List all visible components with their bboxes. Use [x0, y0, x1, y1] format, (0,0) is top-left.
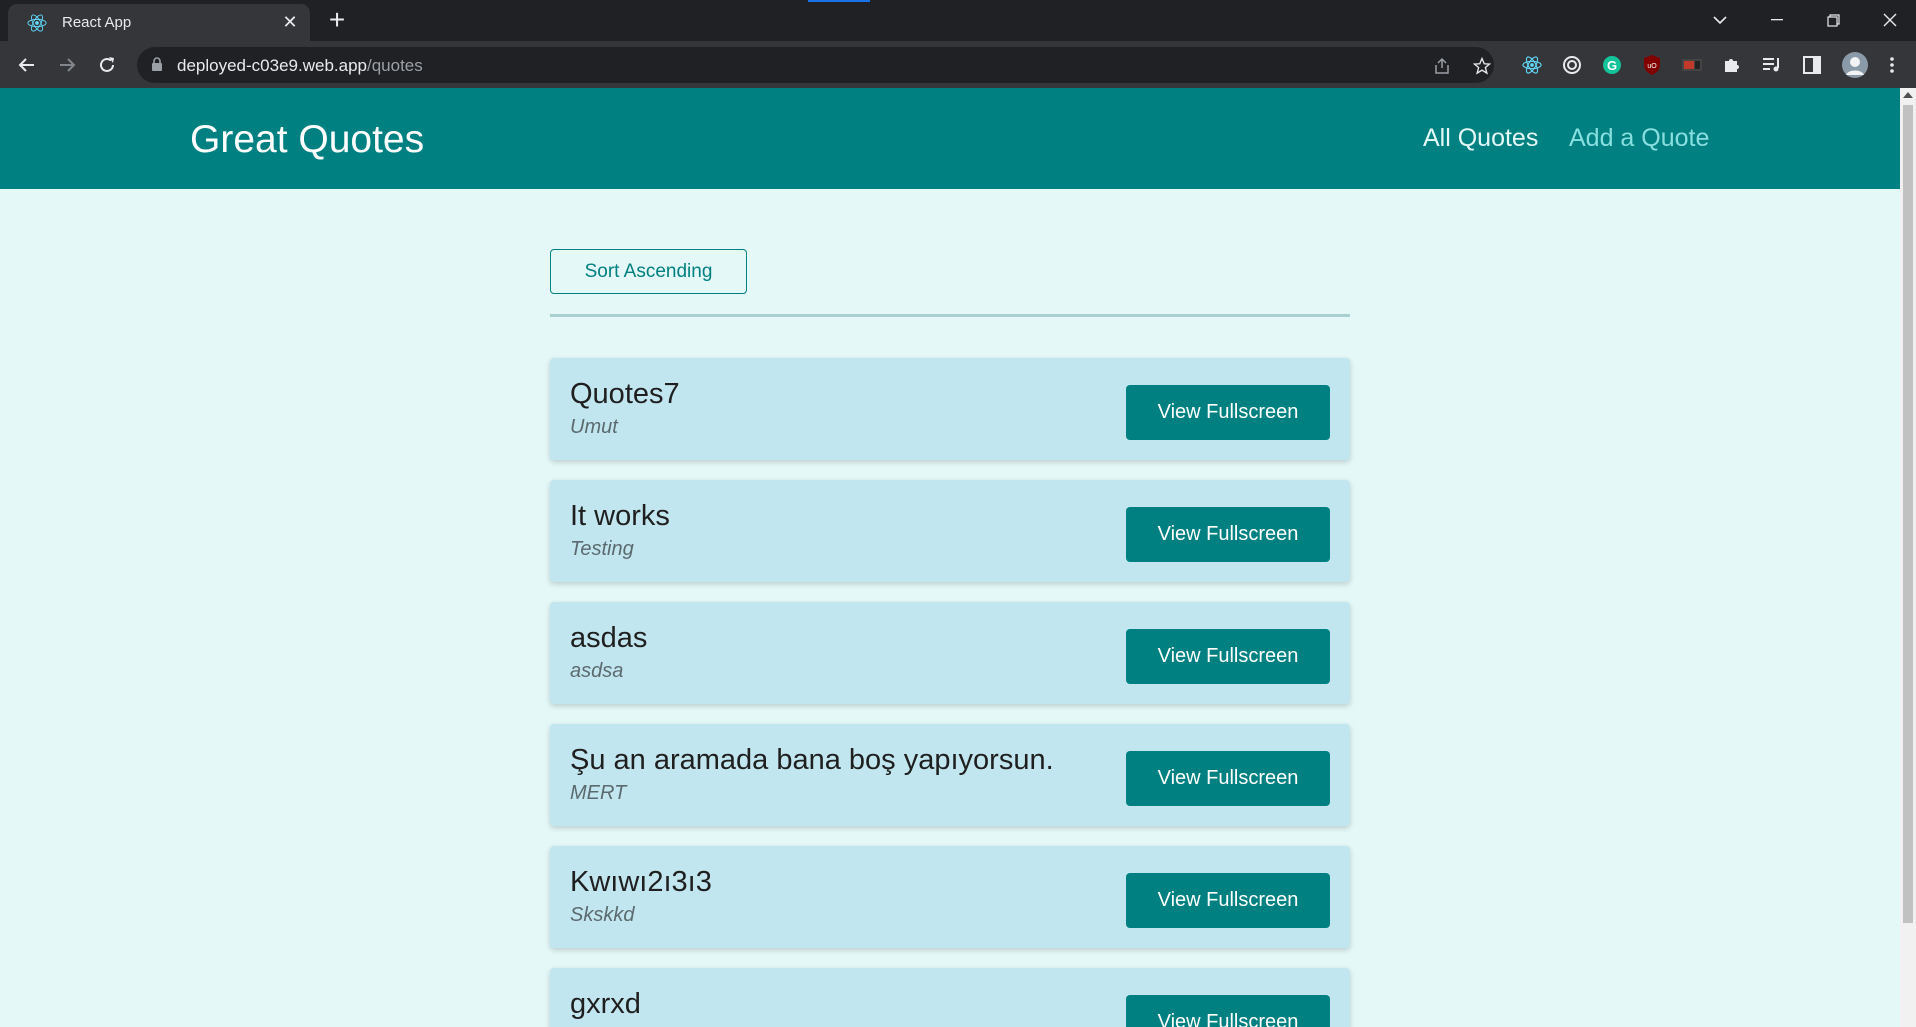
share-icon[interactable]: [1431, 55, 1453, 77]
quote-author: Skskkd: [570, 904, 635, 926]
url-path: /quotes: [366, 56, 423, 75]
sort-divider: [550, 314, 1350, 317]
quote-text: asdas: [570, 622, 648, 654]
quote-card: gxrxd View Fullscreen: [550, 968, 1350, 1027]
profile-avatar[interactable]: [1840, 50, 1870, 80]
nav-add-quote-link[interactable]: Add a Quote: [1569, 124, 1709, 153]
forward-icon[interactable]: [52, 50, 82, 80]
media-queue-icon[interactable]: [1760, 53, 1784, 77]
tab-title: React App: [62, 14, 132, 31]
url-text: deployed-c03e9.web.app/quotes: [177, 56, 423, 76]
quote-card: It works Testing View Fullscreen: [550, 480, 1350, 582]
quote-card: Şu an aramada bana boş yapıyorsun. MERT …: [550, 724, 1350, 826]
url-host: deployed-c03e9.web.app: [177, 56, 367, 75]
close-tab-icon[interactable]: ✕: [278, 10, 302, 34]
svg-text:uO: uO: [1647, 63, 1657, 70]
restore-icon[interactable]: [1815, 6, 1851, 34]
quote-text: Kwıwı2ı3ı3: [570, 866, 712, 898]
svg-text:G: G: [1607, 58, 1617, 73]
react-devtools-icon[interactable]: [1520, 53, 1544, 77]
quote-author: Umut: [570, 416, 618, 438]
react-icon: [26, 12, 48, 34]
app-brand: Great Quotes: [190, 118, 425, 161]
tab-search-icon[interactable]: [1702, 6, 1738, 34]
close-window-icon[interactable]: [1872, 6, 1908, 34]
view-fullscreen-button[interactable]: View Fullscreen: [1126, 507, 1330, 562]
nav-all-quotes-link[interactable]: All Quotes: [1423, 124, 1538, 153]
lock-icon: [151, 57, 163, 77]
quote-author: MERT: [570, 782, 627, 804]
view-fullscreen-button[interactable]: View Fullscreen: [1126, 873, 1330, 928]
tab-strip-accent: [808, 0, 870, 2]
scrollbar-thumb[interactable]: [1903, 105, 1913, 923]
app-header: Great Quotes All Quotes Add a Quote: [0, 88, 1900, 189]
quote-card: asdas asdsa View Fullscreen: [550, 602, 1350, 704]
browser-tab-bar: React App ✕ +: [0, 0, 1916, 41]
target-extension-icon[interactable]: [1560, 53, 1584, 77]
extension-badge-icon[interactable]: [1680, 53, 1704, 77]
back-icon[interactable]: [12, 50, 42, 80]
sort-ascending-button[interactable]: Sort Ascending: [550, 249, 747, 294]
quote-author: Testing: [570, 538, 634, 560]
view-fullscreen-button[interactable]: View Fullscreen: [1126, 995, 1330, 1027]
scroll-up-arrow-icon[interactable]: [1903, 92, 1913, 98]
extensions-puzzle-icon[interactable]: [1720, 53, 1744, 77]
quote-card: Kwıwı2ı3ı3 Skskkd View Fullscreen: [550, 846, 1350, 948]
grammarly-icon[interactable]: G: [1600, 53, 1624, 77]
browser-tab[interactable]: React App ✕: [8, 4, 310, 41]
browser-menu-icon[interactable]: [1880, 53, 1904, 77]
quote-text: Quotes7: [570, 378, 680, 410]
address-bar[interactable]: deployed-c03e9.web.app/quotes: [137, 47, 1494, 83]
quote-author: asdsa: [570, 660, 624, 682]
ublock-icon[interactable]: uO: [1640, 53, 1664, 77]
minimize-icon[interactable]: [1759, 6, 1795, 34]
browser-toolbar: deployed-c03e9.web.app/quotes G uO: [0, 41, 1916, 88]
quote-card: Quotes7 Umut View Fullscreen: [550, 358, 1350, 460]
view-fullscreen-button[interactable]: View Fullscreen: [1126, 385, 1330, 440]
view-fullscreen-button[interactable]: View Fullscreen: [1126, 629, 1330, 684]
bookmark-star-icon[interactable]: [1471, 55, 1493, 77]
new-tab-icon[interactable]: +: [322, 6, 352, 36]
quote-text: gxrxd: [570, 988, 641, 1020]
quote-text: It works: [570, 500, 670, 532]
view-fullscreen-button[interactable]: View Fullscreen: [1126, 751, 1330, 806]
side-panel-icon[interactable]: [1800, 53, 1824, 77]
quote-text: Şu an aramada bana boş yapıyorsun.: [570, 744, 1054, 776]
reload-icon[interactable]: [92, 50, 122, 80]
